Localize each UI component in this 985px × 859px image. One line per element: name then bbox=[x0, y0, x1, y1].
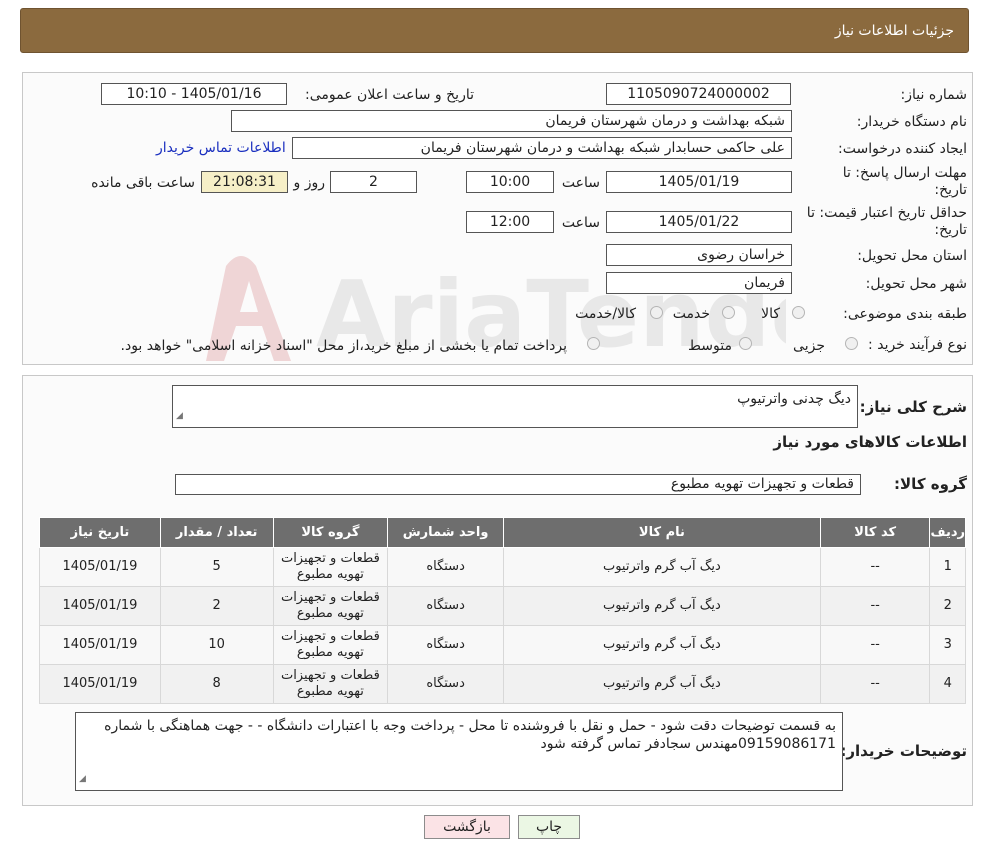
process-label: نوع فرآیند خرید : bbox=[868, 337, 967, 353]
cell-row-number: 4 bbox=[929, 664, 966, 704]
validity-label: حداقل تاریخ اعتبار قیمت: تا تاریخ: bbox=[806, 205, 967, 238]
creator-label: ایجاد کننده درخواست: bbox=[838, 141, 967, 157]
cell-goods-group: قطعات و تجهیزات تهویه مطبوع bbox=[272, 547, 389, 587]
process-note: پرداخت تمام یا بخشی از مبلغ خرید،از محل … bbox=[120, 338, 567, 354]
col-header-goods-name: نام کالا bbox=[502, 517, 821, 548]
cell-goods-code: -- bbox=[819, 625, 931, 665]
table-row: 3 -- دیگ آب گرم واترتیوب دستگاه قطعات و … bbox=[39, 625, 966, 665]
validity-time-field: 12:00 bbox=[466, 211, 554, 233]
cell-quantity: 2 bbox=[159, 586, 274, 626]
deadline-date-field: 1405/01/19 bbox=[606, 171, 792, 193]
validity-date-field: 1405/01/22 bbox=[606, 211, 792, 233]
page-header: جزئیات اطلاعات نیاز bbox=[20, 8, 969, 53]
cell-row-number: 2 bbox=[929, 586, 966, 626]
days-label: روز و bbox=[293, 175, 326, 191]
cell-goods-name: دیگ آب گرم واترتیوب bbox=[502, 625, 821, 665]
category-radio-service[interactable] bbox=[722, 306, 735, 319]
resize-grip-icon[interactable]: ◢ bbox=[176, 407, 183, 425]
table-row: 4 -- دیگ آب گرم واترتیوب دستگاه قطعات و … bbox=[39, 664, 966, 704]
table-header-row: ردیف کد کالا نام کالا واحد شمارش گروه کا… bbox=[39, 517, 966, 548]
resize-grip-icon[interactable]: ◢ bbox=[79, 770, 86, 788]
buyer-notes-text: به قسمت توضیحات دقت شود - حمل و نقل با ف… bbox=[104, 718, 836, 752]
deadline-time-field: 10:00 bbox=[466, 171, 554, 193]
goods-info-title: اطلاعات کالاهای مورد نیاز bbox=[773, 433, 967, 451]
need-number-field: 1105090724000002 bbox=[606, 83, 791, 105]
cell-goods-code: -- bbox=[819, 586, 931, 626]
process-radio-minor[interactable] bbox=[845, 337, 858, 350]
cell-quantity: 5 bbox=[159, 547, 274, 587]
category-option-goods-service: کالا/خدمت bbox=[575, 306, 636, 322]
need-number-label: شماره نیاز: bbox=[900, 87, 968, 103]
summary-label: شرح کلی نیاز: bbox=[859, 398, 967, 416]
buyer-notes-label: توضیحات خریدار: bbox=[840, 742, 967, 760]
cell-goods-group: قطعات و تجهیزات تهویه مطبوع bbox=[272, 664, 389, 704]
city-label: شهر محل تحویل: bbox=[865, 276, 967, 292]
print-button[interactable]: چاپ bbox=[518, 815, 580, 839]
buyer-org-label: نام دستگاه خریدار: bbox=[856, 114, 967, 130]
col-header-goods-code: کد کالا bbox=[819, 517, 931, 548]
buyer-notes-textarea[interactable]: به قسمت توضیحات دقت شود - حمل و نقل با ف… bbox=[75, 712, 843, 791]
cell-goods-code: -- bbox=[819, 547, 931, 587]
process-radio-treasury[interactable] bbox=[587, 337, 600, 350]
category-radio-goods-service[interactable] bbox=[650, 306, 663, 319]
cell-goods-name: دیگ آب گرم واترتیوب bbox=[502, 547, 821, 587]
table-row: 1 -- دیگ آب گرم واترتیوب دستگاه قطعات و … bbox=[39, 547, 966, 587]
announce-field: 1405/01/16 - 10:10 bbox=[101, 83, 287, 105]
cell-need-date: 1405/01/19 bbox=[39, 625, 161, 665]
process-option-minor: جزیی bbox=[793, 338, 825, 354]
cell-need-date: 1405/01/19 bbox=[39, 664, 161, 704]
cell-quantity: 8 bbox=[159, 664, 274, 704]
cell-goods-code: -- bbox=[819, 664, 931, 704]
cell-unit: دستگاه bbox=[387, 547, 504, 587]
summary-textarea[interactable]: دیگ چدنی واترتیوپ ◢ bbox=[172, 385, 858, 428]
cell-need-date: 1405/01/19 bbox=[39, 547, 161, 587]
category-radio-goods[interactable] bbox=[792, 306, 805, 319]
remaining-time-field: 21:08:31 bbox=[201, 171, 288, 193]
col-header-goods-group: گروه کالا bbox=[272, 517, 389, 548]
cell-goods-group: قطعات و تجهیزات تهویه مطبوع bbox=[272, 625, 389, 665]
cell-row-number: 3 bbox=[929, 625, 966, 665]
col-header-unit: واحد شمارش bbox=[387, 517, 504, 548]
province-field: خراسان رضوی bbox=[606, 244, 792, 266]
category-label: طبقه بندی موضوعی: bbox=[843, 306, 967, 322]
cell-unit: دستگاه bbox=[387, 625, 504, 665]
process-option-medium: متوسط bbox=[688, 338, 732, 354]
table-row: 2 -- دیگ آب گرم واترتیوب دستگاه قطعات و … bbox=[39, 586, 966, 626]
days-field: 2 bbox=[330, 171, 417, 193]
category-option-service: خدمت bbox=[672, 306, 710, 322]
page-title: جزئیات اطلاعات نیاز bbox=[834, 23, 954, 39]
deadline-label: مهلت ارسال پاسخ: تا تاریخ: bbox=[842, 165, 967, 198]
col-header-row-number: ردیف bbox=[929, 517, 966, 548]
cell-goods-group: قطعات و تجهیزات تهویه مطبوع bbox=[272, 586, 389, 626]
buyer-org-field: شبکه بهداشت و درمان شهرستان فریمان bbox=[231, 110, 792, 132]
province-label: استان محل تحویل: bbox=[857, 248, 967, 264]
remaining-time-label: ساعت باقی مانده bbox=[91, 175, 195, 191]
creator-field: علی حاکمی حسابدار شبکه بهداشت و درمان شه… bbox=[292, 137, 792, 159]
col-header-need-date: تاریخ نیاز bbox=[39, 517, 161, 548]
city-field: فریمان bbox=[606, 272, 792, 294]
cell-goods-name: دیگ آب گرم واترتیوب bbox=[502, 586, 821, 626]
col-header-quantity: تعداد / مقدار bbox=[159, 517, 274, 548]
validity-time-label: ساعت bbox=[561, 215, 600, 231]
cell-unit: دستگاه bbox=[387, 664, 504, 704]
summary-text: دیگ چدنی واترتیوپ bbox=[737, 391, 851, 407]
process-radio-medium[interactable] bbox=[739, 337, 752, 350]
cell-need-date: 1405/01/19 bbox=[39, 586, 161, 626]
category-option-goods: کالا bbox=[761, 306, 780, 322]
goods-group-field: قطعات و تجهیزات تهویه مطبوع bbox=[175, 474, 861, 495]
cell-quantity: 10 bbox=[159, 625, 274, 665]
buyer-contact-link[interactable]: اطلاعات تماس خریدار bbox=[156, 140, 286, 156]
goods-table: ردیف کد کالا نام کالا واحد شمارش گروه کا… bbox=[39, 517, 966, 704]
goods-group-label: گروه کالا: bbox=[894, 475, 967, 493]
cell-row-number: 1 bbox=[929, 547, 966, 587]
back-button[interactable]: بازگشت bbox=[424, 815, 510, 839]
announce-label: تاریخ و ساعت اعلان عمومی: bbox=[305, 87, 474, 103]
deadline-time-label: ساعت bbox=[561, 175, 600, 191]
cell-goods-name: دیگ آب گرم واترتیوب bbox=[502, 664, 821, 704]
cell-unit: دستگاه bbox=[387, 586, 504, 626]
